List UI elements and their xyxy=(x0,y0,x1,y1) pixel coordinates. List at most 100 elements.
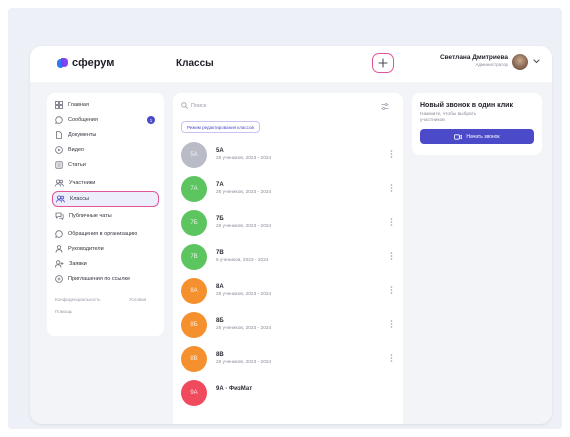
list-item[interactable]: 7А 7А 25 учеников, 2023 - 2024 xyxy=(179,173,397,206)
filter-icon[interactable] xyxy=(381,103,389,110)
classes-icon xyxy=(56,195,65,203)
more-vertical-icon[interactable] xyxy=(390,252,393,260)
list-item[interactable]: 8Б 8Б 25 учеников, 2023 - 2024 xyxy=(179,309,397,342)
class-avatar: 5А xyxy=(181,142,207,168)
logo-text: сферум xyxy=(72,57,115,69)
class-details: 25 учеников, 2023 - 2024 xyxy=(216,360,272,365)
sidebar-item-home[interactable]: Главная xyxy=(52,98,159,112)
classes-list-panel: Поиск Режим редактирования классов 5А 5А… xyxy=(173,93,403,424)
class-details: 25 учеников, 2023 - 2024 xyxy=(216,326,272,331)
sidebar-item-invite-links[interactable]: Приглашения по ссылке xyxy=(52,272,159,286)
new-call-card: Новый звонок в один клик Нажмите, чтобы … xyxy=(412,93,542,155)
sidebar-item-label: Главная xyxy=(68,102,89,108)
sidebar-item-label: Заявки xyxy=(69,261,87,267)
sidebar-item-requests-to-org[interactable]: Обращения в организацию xyxy=(52,227,159,241)
unread-badge: 1 xyxy=(147,116,155,124)
list-item[interactable]: 5А 5А 25 учеников, 2023 - 2024 xyxy=(179,139,397,172)
class-avatar: 8Б xyxy=(181,312,207,338)
class-details: 25 учеников, 2023 - 2024 xyxy=(216,292,272,297)
help-link[interactable]: Помощь xyxy=(55,309,72,314)
sidebar-item-articles[interactable]: Статьи xyxy=(52,158,159,172)
sidebar-item-label: Участники xyxy=(69,180,96,186)
sidebar-item-documents[interactable]: Документы xyxy=(52,128,159,142)
sidebar-item-label: Обращения в организацию xyxy=(68,231,138,237)
class-details: 25 учеников, 2023 - 2024 xyxy=(216,156,272,161)
sidebar-item-label: Руководители xyxy=(68,246,104,252)
add-button[interactable] xyxy=(372,53,394,73)
class-avatar: 7В xyxy=(181,244,207,270)
document-icon xyxy=(56,131,62,139)
class-name: 5А xyxy=(216,148,224,154)
user-role: Администратор xyxy=(475,62,508,67)
more-vertical-icon[interactable] xyxy=(390,150,393,158)
article-icon xyxy=(55,161,63,169)
list-item[interactable]: 9А 9А · ФизМат xyxy=(179,377,397,410)
sidebar-item-label: Статьи xyxy=(68,162,86,168)
sidebar-item-public-chats[interactable]: Публичные чаты xyxy=(52,209,159,223)
edit-mode-button[interactable]: Режим редактирования классов xyxy=(181,121,260,133)
privacy-link[interactable]: Конфиденциальность xyxy=(55,297,101,302)
sidebar-item-video[interactable]: Видео xyxy=(52,143,159,157)
class-avatar: 7А xyxy=(181,176,207,202)
sidebar-item-classes[interactable]: Классы xyxy=(52,191,159,207)
more-vertical-icon[interactable] xyxy=(390,320,393,328)
list-item[interactable]: 7Б 7Б 25 учеников, 2023 - 2024 xyxy=(179,207,397,240)
class-name: 8Б xyxy=(216,318,224,324)
sferum-logo-icon xyxy=(57,57,68,69)
user-info[interactable]: Светлана Дмитриева Администратор xyxy=(428,54,508,67)
search-icon xyxy=(181,102,188,109)
sidebar-item-members[interactable]: Участники xyxy=(52,176,159,190)
sidebar-item-label: Видео xyxy=(68,147,85,153)
class-avatar: 8А xyxy=(181,278,207,304)
chat-icon xyxy=(55,116,63,124)
sidebar-item-managers[interactable]: Руководители xyxy=(52,242,159,256)
sidebar-item-label: Документы xyxy=(68,132,97,138)
page-title: Классы xyxy=(176,58,214,69)
more-vertical-icon[interactable] xyxy=(390,218,393,226)
sidebar-item-label: Приглашения по ссылке xyxy=(68,276,131,282)
new-call-description: Нажмите, чтобы выбрать участников xyxy=(420,112,477,123)
class-name: 7Б xyxy=(216,216,224,222)
search-field[interactable]: Поиск xyxy=(181,102,206,109)
plus-icon xyxy=(378,58,388,68)
sidebar-item-label: Сообщения xyxy=(68,117,98,123)
user-name: Светлана Дмитриева xyxy=(439,54,508,61)
class-name: 7А xyxy=(216,182,224,188)
sidebar-item-label: Публичные чаты xyxy=(69,213,112,219)
class-details: 6 учеников, 2023 - 2024 xyxy=(216,258,269,263)
add-person-icon xyxy=(55,260,64,268)
start-call-label: Начать звонок xyxy=(466,133,500,140)
sidebar-item-messages[interactable]: Сообщения 1 xyxy=(52,113,159,127)
list-item[interactable]: 8В 8В 25 учеников, 2023 - 2024 xyxy=(179,343,397,376)
class-avatar: 7Б xyxy=(181,210,207,236)
class-avatar: 8В xyxy=(181,346,207,372)
more-vertical-icon[interactable] xyxy=(390,286,393,294)
more-vertical-icon[interactable] xyxy=(390,184,393,192)
logo[interactable]: сферум xyxy=(57,57,114,69)
terms-link[interactable]: Условия xyxy=(129,297,146,302)
request-icon xyxy=(55,230,63,238)
sidebar-item-applications[interactable]: Заявки xyxy=(52,257,159,271)
person-icon xyxy=(55,245,63,253)
class-name: 9А · ФизМат xyxy=(216,386,253,392)
list-item[interactable]: 8А 8А 25 учеников, 2023 - 2024 xyxy=(179,275,397,308)
class-name: 7В xyxy=(216,250,224,256)
sidebar: Главная Сообщения 1 Документы Видео Стат… xyxy=(47,93,164,336)
class-details: 25 учеников, 2023 - 2024 xyxy=(216,190,272,195)
video-camera-icon xyxy=(454,133,463,140)
search-input[interactable]: Поиск xyxy=(191,103,206,109)
grid-icon xyxy=(55,101,63,109)
app-window: сферум Классы Светлана Дмитриева Админис… xyxy=(30,46,552,424)
start-call-button[interactable]: Начать звонок xyxy=(420,129,534,144)
new-call-title: Новый звонок в один клик xyxy=(420,102,513,109)
chevron-down-icon[interactable] xyxy=(533,59,540,64)
user-avatar[interactable] xyxy=(512,54,528,70)
top-header: сферум Классы Светлана Дмитриева Админис… xyxy=(30,46,552,82)
class-avatar: 9А xyxy=(181,380,207,406)
class-name: 8А xyxy=(216,284,224,290)
sidebar-item-label: Классы xyxy=(70,196,89,202)
link-icon xyxy=(55,275,63,283)
more-vertical-icon[interactable] xyxy=(390,354,393,362)
list-item[interactable]: 7В 7В 6 учеников, 2023 - 2024 xyxy=(179,241,397,274)
class-name: 8В xyxy=(216,352,224,358)
